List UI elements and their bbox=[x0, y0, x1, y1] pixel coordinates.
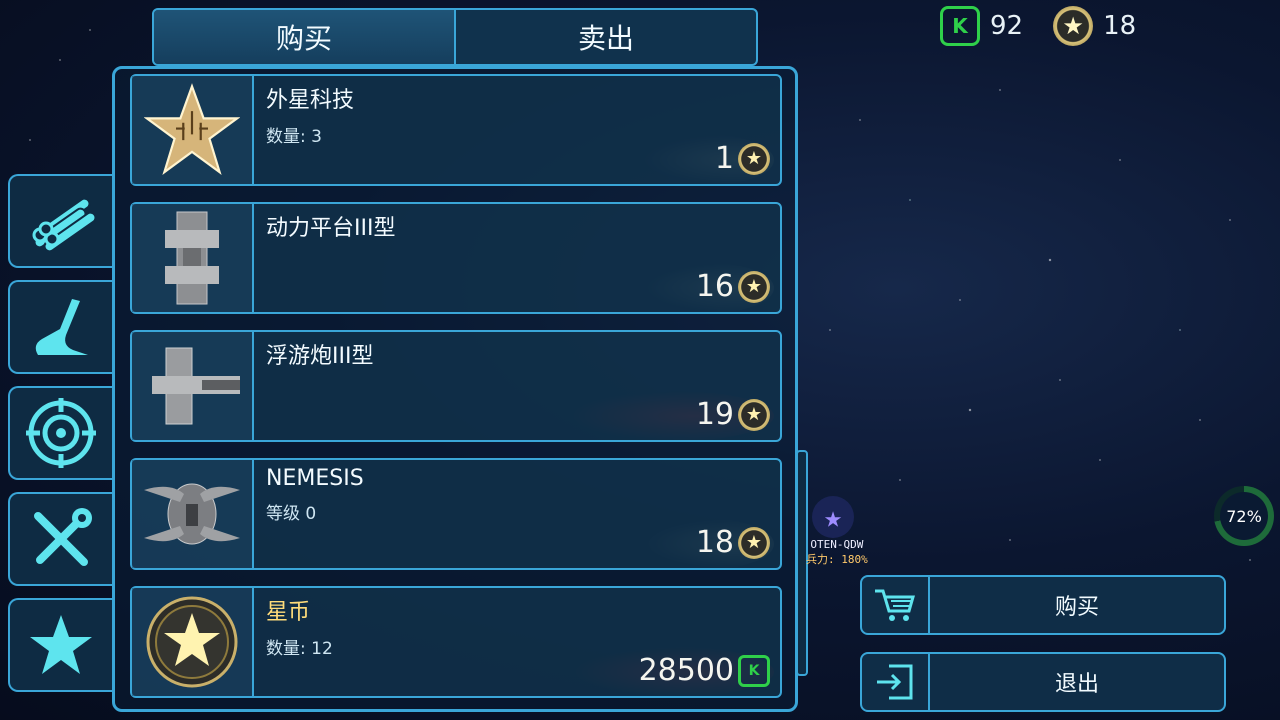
marker-name: OTEN-QDW bbox=[810, 538, 864, 551]
progress-ring: 72% bbox=[1214, 486, 1274, 546]
exit-button-label: 退出 bbox=[1054, 672, 1099, 697]
item-price: 1 ★ bbox=[644, 135, 774, 185]
item-price: 16 ★ bbox=[644, 263, 774, 313]
gem-icon: K bbox=[940, 6, 980, 46]
star-coin-icon: ★ bbox=[738, 142, 770, 175]
shop-item-alien-tech[interactable]: 外星科技 数量: 3 1 ★ bbox=[130, 74, 782, 186]
gem-count: 92 bbox=[990, 11, 1024, 41]
item-name: 外星科技 bbox=[266, 88, 355, 113]
item-thumbnail bbox=[132, 204, 254, 312]
item-thumbnail bbox=[132, 460, 254, 568]
tools-icon bbox=[34, 508, 92, 566]
star-count: 18 bbox=[1103, 11, 1137, 41]
item-thumbnail bbox=[132, 332, 254, 440]
shop-item-list: 外星科技 数量: 3 1 ★ 动力平台III型 16 ★ 浮游炮III型 19 … bbox=[130, 74, 782, 714]
category-special[interactable] bbox=[8, 598, 112, 692]
item-thumbnail bbox=[132, 76, 254, 184]
exit-icon bbox=[877, 664, 913, 700]
star-coin-icon: ★ bbox=[738, 270, 770, 303]
item-thumbnail bbox=[132, 588, 254, 696]
progress-label: 72% bbox=[1220, 492, 1268, 540]
shop-item-power-platform[interactable]: 动力平台III型 16 ★ bbox=[130, 202, 782, 314]
category-weapons[interactable] bbox=[8, 386, 112, 480]
buy-button[interactable]: 购买 bbox=[860, 575, 1226, 635]
price-value: 18 bbox=[695, 525, 734, 560]
item-level: 等级 0 bbox=[266, 504, 317, 524]
shop-item-nemesis[interactable]: NEMESIS 等级 0 18 ★ bbox=[130, 458, 782, 570]
category-materials[interactable] bbox=[8, 174, 112, 268]
price-value: 1 bbox=[714, 141, 734, 176]
item-name: 浮游炮III型 bbox=[266, 344, 374, 369]
item-name: 动力平台III型 bbox=[266, 216, 396, 241]
category-sidebar bbox=[8, 174, 112, 704]
nemesis-ship-icon bbox=[144, 483, 240, 545]
tab-sell[interactable]: 卖出 bbox=[454, 10, 756, 64]
currency-bar: K 92 ★ 18 bbox=[940, 6, 1156, 46]
item-price: 18 ★ bbox=[644, 519, 774, 569]
item-quantity: 数量: 3 bbox=[266, 127, 322, 147]
power-platform-icon bbox=[165, 211, 219, 305]
price-value: 16 bbox=[695, 269, 734, 304]
category-tools[interactable] bbox=[8, 492, 112, 586]
shop-item-floating-cannon[interactable]: 浮游炮III型 19 ★ bbox=[130, 330, 782, 442]
map-marker[interactable]: ★ OTEN-QDW 兵力: 180% bbox=[806, 496, 868, 567]
item-price: 19 ★ bbox=[574, 391, 774, 441]
category-hulls[interactable] bbox=[8, 280, 112, 374]
marker-star-icon: ★ bbox=[812, 496, 854, 538]
gem-icon: K bbox=[738, 654, 770, 687]
trade-tabs: 购买 卖出 bbox=[152, 8, 758, 66]
hull-icon bbox=[35, 299, 88, 355]
marker-strength: 兵力: 180% bbox=[806, 553, 868, 566]
cart-icon bbox=[875, 589, 915, 621]
item-name: NEMESIS bbox=[266, 466, 364, 491]
materials-icon bbox=[32, 197, 96, 251]
star-icon bbox=[30, 615, 92, 674]
star-coin-icon: ★ bbox=[738, 526, 770, 559]
target-icon bbox=[26, 398, 96, 468]
star-coin-icon: ★ bbox=[1053, 6, 1094, 46]
star-coin-icon bbox=[146, 596, 238, 688]
price-value: 19 bbox=[695, 397, 734, 432]
item-price: 28500 K bbox=[574, 647, 774, 697]
circuit-star-icon bbox=[144, 83, 240, 176]
exit-button[interactable]: 退出 bbox=[860, 652, 1226, 712]
shop-item-star-coin[interactable]: 星币 数量: 12 28500 K bbox=[130, 586, 782, 698]
floating-cannon-icon bbox=[152, 347, 240, 425]
star-coin-icon: ★ bbox=[738, 398, 770, 431]
tab-buy[interactable]: 购买 bbox=[154, 10, 454, 64]
item-name: 星币 bbox=[266, 600, 311, 625]
item-quantity: 数量: 12 bbox=[266, 639, 333, 659]
buy-button-label: 购买 bbox=[1054, 595, 1099, 620]
price-value: 28500 bbox=[638, 653, 734, 688]
